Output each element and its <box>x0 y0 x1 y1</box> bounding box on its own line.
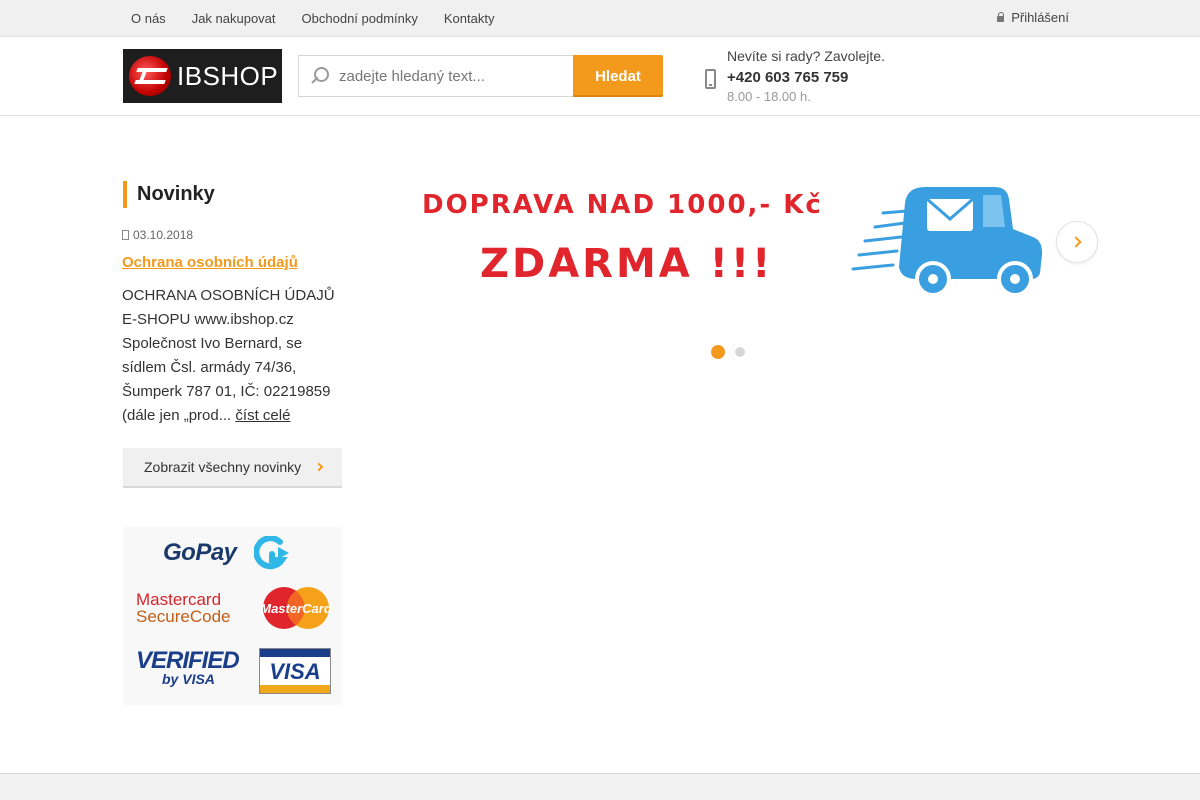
logo-mark-icon <box>127 54 175 98</box>
all-news-button[interactable]: Zobrazit všechny novinky <box>123 448 342 488</box>
chevron-right-icon <box>1070 236 1082 248</box>
nav-link-kontakty[interactable]: Kontakty <box>444 11 495 26</box>
contact-block: Nevíte si rady? Zavolejte. +420 603 765 … <box>705 47 925 107</box>
top-nav: O nás Jak nakupovat Obchodní podmínky Ko… <box>131 0 520 36</box>
slider-dot-1[interactable] <box>711 345 725 359</box>
payment-logos: GoPay Mastercard SecureCode MasterCard V… <box>123 527 342 705</box>
calendar-icon <box>122 230 129 240</box>
footer-strip <box>0 773 1200 800</box>
nav-link-jak-nakupovat[interactable]: Jak nakupovat <box>192 11 276 26</box>
contact-phone[interactable]: +420 603 765 759 <box>727 69 848 86</box>
site-header: IBSHOP Hledat Nevíte si rady? Zavolejte.… <box>0 37 1200 116</box>
all-news-label: Zobrazit všechny novinky <box>144 459 302 475</box>
banner-line1: DOPRAVA NAD 1000,- Kč <box>422 190 823 220</box>
visa-text: VISA <box>269 659 321 684</box>
phone-icon <box>705 69 716 89</box>
search-button[interactable]: Hledat <box>573 55 663 97</box>
slider-next-button[interactable] <box>1056 221 1098 263</box>
contact-hours: 8.00 - 18.00 h. <box>727 89 811 104</box>
search-form: Hledat <box>298 55 664 97</box>
gopay-g-icon <box>254 536 289 570</box>
mastercard-line2: SecureCode <box>136 607 231 626</box>
site-logo[interactable]: IBSHOP <box>123 49 282 103</box>
news-excerpt-text: OCHRANA OSOBNÍCH ÚDAJŮ E-SHOPU www.ibsho… <box>122 287 335 424</box>
search-input[interactable] <box>339 56 569 96</box>
slider-dots <box>711 345 745 359</box>
login-link[interactable]: Přihlášení <box>997 0 1069 34</box>
mastercard-logo-icon: MasterCard <box>260 587 332 629</box>
mastercard-securecode-logo: Mastercard SecureCode <box>136 591 231 625</box>
news-excerpt: OCHRANA OSOBNÍCH ÚDAJŮ E-SHOPU www.ibsho… <box>122 284 346 428</box>
news-heading: Novinky <box>123 181 215 208</box>
nav-link-o-nas[interactable]: O nás <box>131 11 166 26</box>
nav-link-obchodni-podminky[interactable]: Obchodní podmínky <box>302 11 418 26</box>
verified-by-visa-logo: VERIFIED by VISA <box>136 647 240 687</box>
search-icon <box>311 67 329 85</box>
news-title-link[interactable]: Ochrana osobních údajů <box>122 254 298 271</box>
mastercard-logo-text: MasterCard <box>260 601 332 616</box>
mastercard-line1: Mastercard <box>136 590 222 609</box>
visa-logo: VISA <box>259 648 331 694</box>
top-bar: O nás Jak nakupovat Obchodní podmínky Ko… <box>0 0 1200 37</box>
news-date-text: 03.10.2018 <box>133 228 194 242</box>
gopay-logo: GoPay <box>163 539 237 566</box>
login-label: Přihlášení <box>1011 9 1069 25</box>
logo-text: IBSHOP <box>177 60 279 91</box>
chevron-right-icon <box>314 462 324 472</box>
delivery-truck-icon <box>851 187 1043 297</box>
contact-question: Nevíte si rady? Zavolejte. <box>727 48 885 64</box>
news-date: 03.10.2018 <box>122 228 193 242</box>
banner-line2: ZDARMA !!! <box>480 241 774 287</box>
read-more-link[interactable]: číst celé <box>235 407 290 424</box>
lock-icon <box>997 12 1005 22</box>
slider-dot-2[interactable] <box>735 347 745 357</box>
promo-banner[interactable]: DOPRAVA NAD 1000,- Kč ZDARMA !!! <box>410 175 1050 305</box>
search-box <box>298 55 574 97</box>
